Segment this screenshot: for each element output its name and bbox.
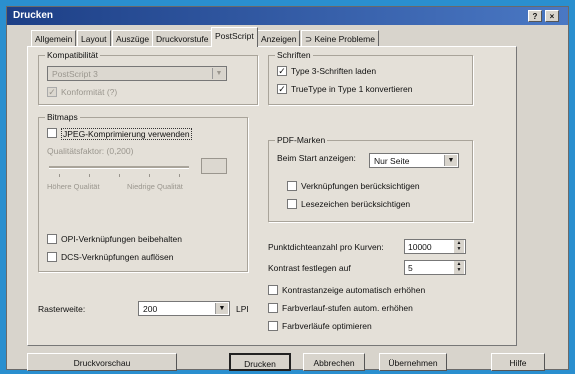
chevron-down-icon: ▼ bbox=[212, 68, 225, 79]
flatness-label: Punktdichteanzahl pro Kurven: bbox=[268, 242, 384, 252]
jpeg-label: JPEG-Komprimierung verwenden bbox=[61, 128, 192, 140]
title-bar: Drucken ? × bbox=[7, 7, 568, 25]
print-button[interactable]: Drucken bbox=[229, 353, 291, 371]
postscript-level-value: PostScript 3 bbox=[52, 69, 98, 79]
fountain-auto-checkbox[interactable] bbox=[268, 303, 278, 313]
pdf-marks-group-title: PDF-Marken bbox=[275, 135, 328, 145]
lower-quality-label: Niedrige Qualität bbox=[127, 182, 183, 191]
flatness-spinner[interactable]: 10000 ▲ ▼ bbox=[404, 239, 466, 254]
slider-tick bbox=[179, 174, 180, 177]
fonts-group-title: Schriften bbox=[275, 50, 313, 60]
tab-auszuege[interactable]: Auszüge bbox=[112, 30, 154, 46]
tab-postscript[interactable]: PostScript bbox=[211, 27, 258, 47]
slider-tick bbox=[89, 174, 90, 177]
screen-frequency-select[interactable]: 200 ▼ bbox=[138, 301, 230, 316]
download-type3-checkbox[interactable]: ✓ bbox=[277, 66, 287, 76]
flatness-value: 10000 bbox=[408, 242, 432, 252]
start-view-value: Nur Seite bbox=[374, 156, 410, 166]
close-icon[interactable]: × bbox=[545, 10, 559, 22]
start-view-select[interactable]: Nur Seite ▼ bbox=[369, 153, 459, 168]
tab-allgemein[interactable]: Allgemein bbox=[31, 30, 77, 46]
hyperlinks-label: Verknüpfungen berücksichtigen bbox=[301, 181, 420, 191]
window-title: Drucken bbox=[13, 10, 54, 21]
dcs-checkbox[interactable] bbox=[47, 252, 57, 262]
auto-increase-checkbox[interactable] bbox=[268, 285, 278, 295]
screen-unit-label: LPI bbox=[236, 304, 249, 314]
slider-tick bbox=[149, 174, 150, 177]
bitmaps-group-title: Bitmaps bbox=[45, 112, 80, 122]
fountain-auto-label: Farbverlauf-stufen autom. erhöhen bbox=[282, 303, 413, 313]
download-type3-label: Type 3-Schriften laden bbox=[291, 66, 377, 76]
fountain-steps-spinner[interactable]: 5 ▲ ▼ bbox=[404, 260, 466, 275]
optimize-fountain-label: Farbverläufe optimieren bbox=[282, 321, 372, 331]
tab-keine-probleme-label: Keine Probleme bbox=[314, 34, 375, 44]
jpeg-checkbox[interactable] bbox=[47, 128, 57, 138]
conformity-checkbox[interactable]: ✓ bbox=[47, 87, 57, 97]
help-icon[interactable]: ? bbox=[528, 10, 542, 22]
bookmarks-checkbox[interactable] bbox=[287, 199, 297, 209]
conformity-label: Konformität (?) bbox=[61, 87, 118, 97]
screen-frequency-value: 200 bbox=[143, 304, 158, 314]
dcs-label: DCS-Verknüpfungen auflösen bbox=[61, 252, 174, 262]
print-preview-button[interactable]: Druckvorschau bbox=[27, 353, 177, 371]
start-view-label: Beim Start anzeigen: bbox=[277, 153, 356, 163]
fountain-steps-value: 5 bbox=[408, 263, 413, 273]
convert-truetype-checkbox[interactable]: ✓ bbox=[277, 84, 287, 94]
spinner-arrows-icon: ▲ ▼ bbox=[454, 240, 464, 253]
help-button[interactable]: Hilfe bbox=[491, 353, 545, 371]
apply-button[interactable]: Übernehmen bbox=[379, 353, 447, 371]
slider-tick bbox=[59, 174, 60, 177]
quality-slider-track[interactable] bbox=[49, 166, 189, 169]
cancel-button[interactable]: Abbrechen bbox=[303, 353, 365, 371]
fountain-steps-label: Kontrast festlegen auf bbox=[268, 263, 351, 273]
higher-quality-label: Höhere Qualität bbox=[47, 182, 100, 191]
compat-group-title: Kompatibilität bbox=[45, 50, 101, 60]
compat-group: Kompatibilität PostScript 3 ▼ ✓ Konformi… bbox=[38, 50, 258, 105]
opi-checkbox[interactable] bbox=[47, 234, 57, 244]
fonts-group: Schriften ✓ Type 3-Schriften laden ✓ Tru… bbox=[268, 50, 473, 105]
hyperlinks-checkbox[interactable] bbox=[287, 181, 297, 191]
bitmaps-group: Bitmaps JPEG-Komprimierung verwenden Qua… bbox=[38, 112, 248, 272]
postscript-level-select[interactable]: PostScript 3 ▼ bbox=[47, 66, 227, 81]
tab-druckvorstufe[interactable]: Druckvorstufe bbox=[152, 30, 213, 46]
tab-layout[interactable]: Layout bbox=[77, 30, 111, 46]
bookmarks-label: Lesezeichen berücksichtigen bbox=[301, 199, 411, 209]
opi-label: OPI-Verknüpfungen beibehalten bbox=[61, 234, 182, 244]
convert-truetype-label: TrueType in Type 1 konvertieren bbox=[291, 84, 413, 94]
print-dialog: Drucken ? × Allgemein Layout Auszüge Dru… bbox=[6, 6, 569, 371]
quality-value-box[interactable] bbox=[201, 158, 227, 174]
slider-tick bbox=[119, 174, 120, 177]
quality-label: Qualitätsfaktor: (0,200) bbox=[47, 146, 134, 156]
spinner-arrows-icon: ▲ ▼ bbox=[454, 261, 464, 274]
tab-keine-probleme[interactable]: ⊃ Keine Probleme bbox=[301, 30, 379, 46]
tab-anzeigen[interactable]: Anzeigen bbox=[257, 30, 301, 46]
optimize-fountain-checkbox[interactable] bbox=[268, 321, 278, 331]
screen-frequency-label: Rasterweite: bbox=[38, 304, 86, 314]
chevron-down-icon: ▼ bbox=[215, 303, 228, 314]
pdf-marks-group: PDF-Marken Beim Start anzeigen: Nur Seit… bbox=[268, 135, 473, 222]
chevron-down-icon: ▼ bbox=[444, 155, 457, 166]
auto-increase-label: Kontrastanzeige automatisch erhöhen bbox=[282, 285, 426, 295]
postscript-panel: Kompatibilität PostScript 3 ▼ ✓ Konformi… bbox=[27, 46, 517, 346]
